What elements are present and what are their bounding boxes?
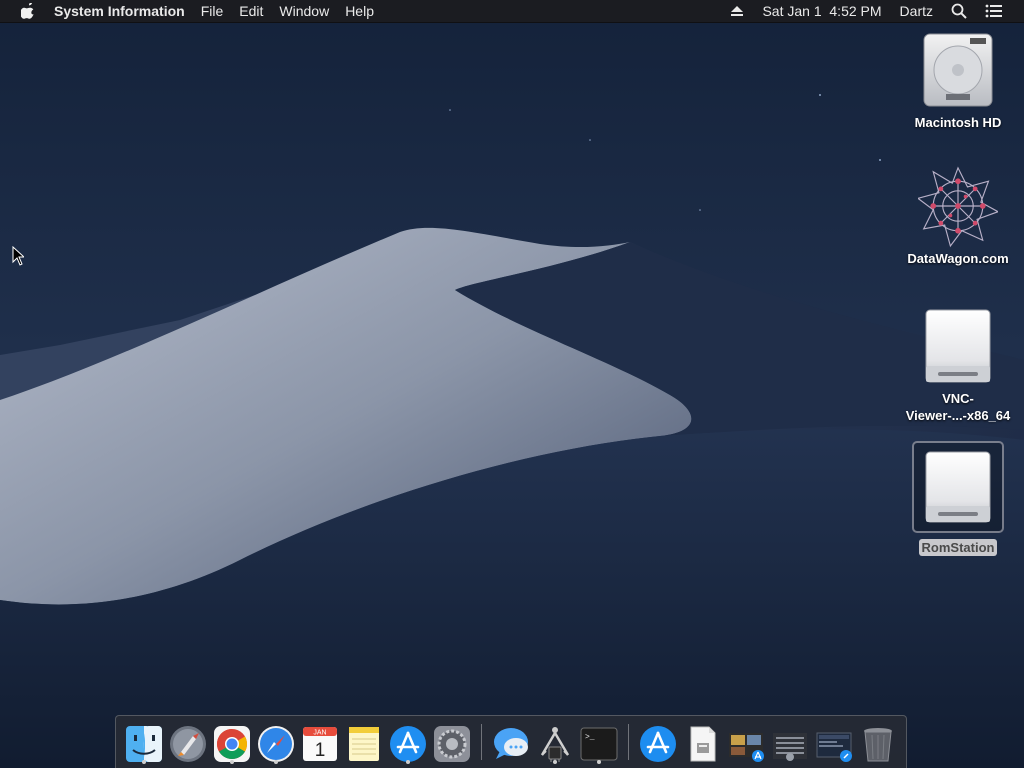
app-store-folder-icon bbox=[640, 726, 676, 762]
dock-terminal[interactable]: >_ bbox=[579, 720, 619, 764]
menubar-clock[interactable]: Sat Jan 1 4:52 PM bbox=[753, 0, 890, 22]
dock-downloads-stack[interactable] bbox=[726, 720, 766, 764]
running-indicator bbox=[597, 760, 601, 764]
dock-trash[interactable] bbox=[858, 720, 898, 764]
dock-notes[interactable] bbox=[344, 720, 384, 764]
apple-icon[interactable] bbox=[18, 0, 38, 22]
dock-messages[interactable] bbox=[491, 720, 531, 764]
system-preferences-icon bbox=[434, 726, 470, 762]
eject-icon[interactable] bbox=[721, 0, 753, 22]
dock-separator bbox=[481, 724, 482, 760]
running-indicator bbox=[406, 760, 410, 764]
desktop-icon-label: DataWagon.com bbox=[907, 251, 1009, 266]
finder-icon bbox=[126, 726, 162, 762]
dock-applications-folder[interactable] bbox=[638, 720, 678, 764]
mouse-cursor-icon bbox=[12, 246, 24, 266]
safari-icon bbox=[258, 726, 294, 762]
menu-file[interactable]: File bbox=[193, 0, 232, 22]
dock-finder[interactable] bbox=[124, 720, 164, 764]
notification-center-icon[interactable] bbox=[976, 0, 1012, 22]
datawagon-icon bbox=[918, 166, 998, 248]
svg-text:>_: >_ bbox=[585, 733, 595, 742]
running-indicator bbox=[142, 760, 146, 764]
running-indicator bbox=[230, 760, 234, 764]
desktop-icon-macintosh-hd[interactable]: Macintosh HD bbox=[898, 30, 1018, 131]
running-indicator bbox=[553, 760, 557, 764]
disk-image-icon bbox=[912, 441, 1004, 533]
dock-screenshots-stack[interactable] bbox=[814, 720, 854, 764]
calendar-day: 1 bbox=[315, 740, 326, 761]
menu-help[interactable]: Help bbox=[337, 0, 382, 22]
dock-chrome[interactable] bbox=[212, 720, 252, 764]
desktop-icon-label: VNC- Viewer-...-x86_64 bbox=[905, 391, 1011, 423]
dock-recent-items-stack[interactable] bbox=[770, 720, 810, 764]
menu-app-name[interactable]: System Information bbox=[48, 0, 193, 22]
menubar-user[interactable]: Dartz bbox=[891, 0, 942, 22]
running-indicator bbox=[274, 760, 278, 764]
dock: JAN 1 >_ bbox=[115, 715, 907, 768]
dock-document[interactable] bbox=[682, 720, 722, 764]
dock-system-information[interactable] bbox=[535, 720, 575, 764]
desktop-icon-datawagon[interactable]: DataWagon.com bbox=[898, 166, 1018, 267]
desktop-icon-romstation[interactable]: RomStation bbox=[898, 441, 1018, 556]
app-store-icon bbox=[390, 726, 426, 762]
menu-bar: System Information File Edit Window Help… bbox=[0, 0, 1024, 23]
terminal-icon: >_ bbox=[580, 727, 618, 761]
menu-window[interactable]: Window bbox=[271, 0, 337, 22]
recent-items-stack-icon bbox=[773, 733, 807, 761]
chrome-icon bbox=[214, 726, 250, 762]
system-information-icon bbox=[540, 727, 570, 762]
launchpad-icon bbox=[170, 726, 206, 762]
desktop-icon-vnc-viewer[interactable]: VNC- Viewer-...-x86_64 bbox=[898, 306, 1018, 424]
screenshots-stack-icon bbox=[816, 732, 852, 762]
calendar-month: JAN bbox=[313, 730, 326, 737]
document-icon bbox=[690, 726, 716, 762]
dock-launchpad[interactable] bbox=[168, 720, 208, 764]
desktop-icon-label: RomStation bbox=[918, 539, 998, 556]
dock-system-preferences[interactable] bbox=[432, 720, 472, 764]
dock-separator bbox=[628, 724, 629, 760]
disk-image-icon bbox=[918, 306, 998, 386]
messages-icon bbox=[494, 728, 528, 759]
desktop-icon-label: Macintosh HD bbox=[914, 115, 1002, 130]
spotlight-search-icon[interactable] bbox=[942, 0, 976, 22]
notes-icon bbox=[349, 727, 379, 761]
downloads-stack-icon bbox=[729, 733, 764, 762]
calendar-icon: JAN 1 bbox=[303, 727, 337, 761]
dock-calendar[interactable]: JAN 1 bbox=[300, 720, 340, 764]
menu-edit[interactable]: Edit bbox=[231, 0, 271, 22]
trash-icon bbox=[864, 728, 892, 762]
dock-safari[interactable] bbox=[256, 720, 296, 764]
hard-drive-icon bbox=[918, 30, 998, 110]
dock-app-store[interactable] bbox=[388, 720, 428, 764]
desktop-wallpaper bbox=[0, 0, 1024, 768]
